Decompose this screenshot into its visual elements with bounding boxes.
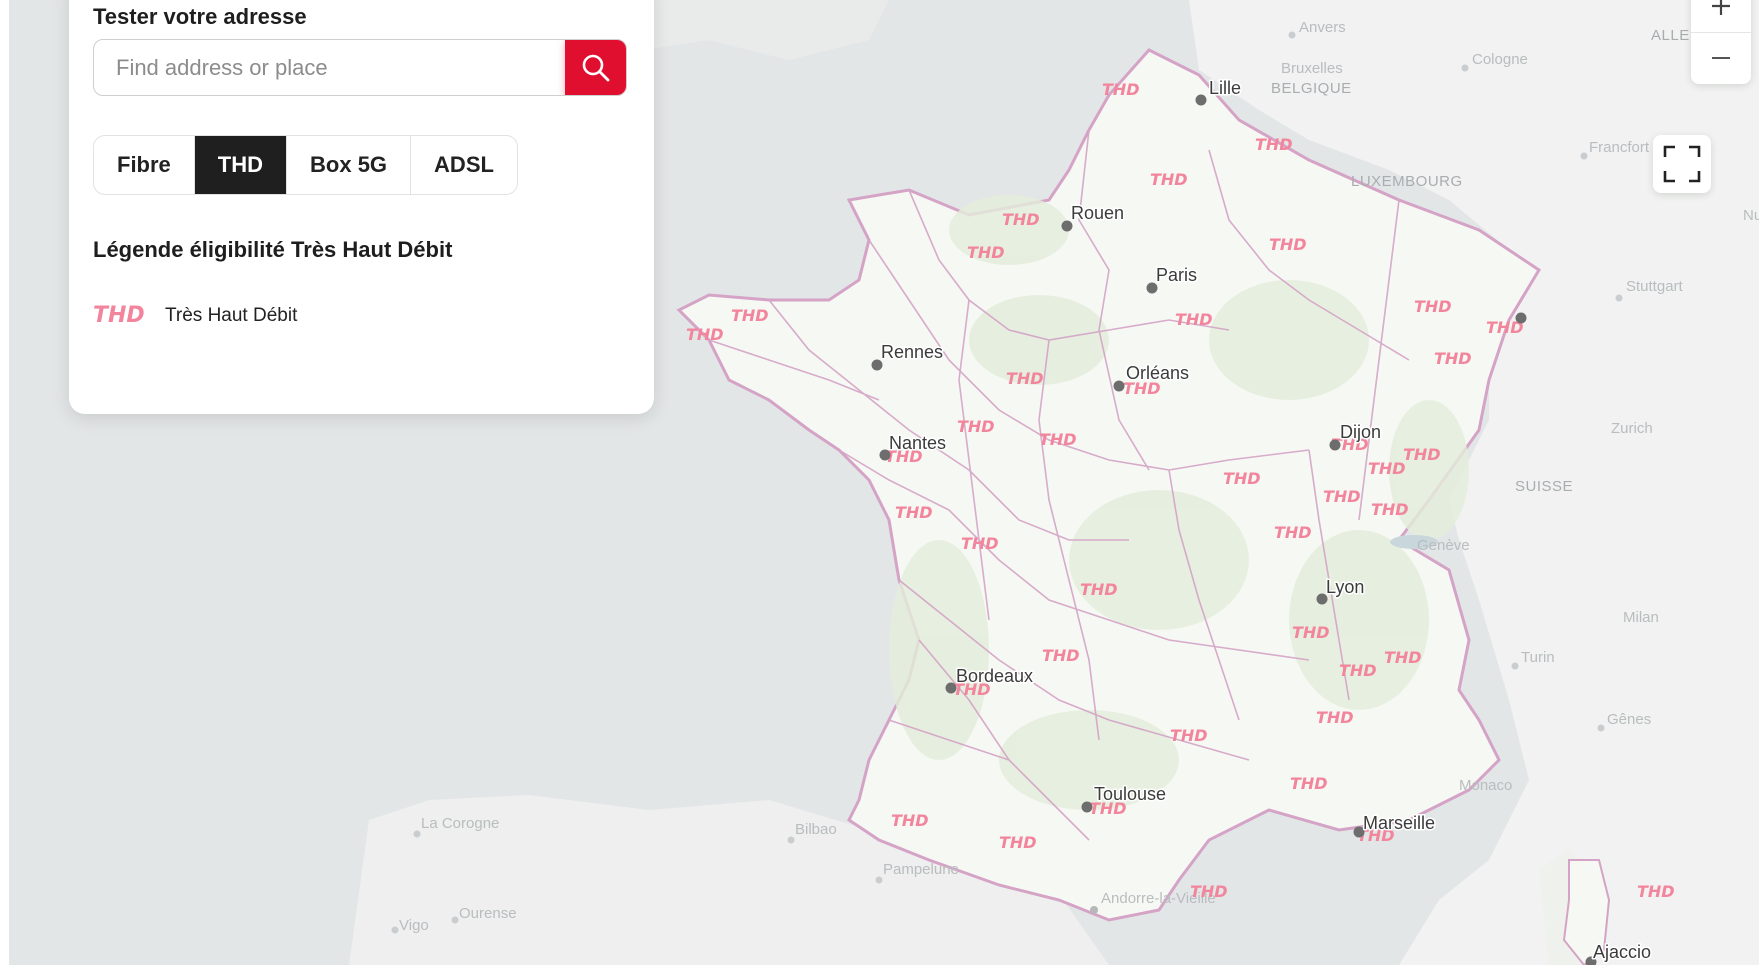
city-dot	[1515, 312, 1527, 324]
tab-thd[interactable]: THD	[194, 136, 288, 194]
city-label: Paris	[1156, 265, 1197, 285]
place-label: Stuttgart	[1626, 278, 1684, 295]
plus-icon	[1712, 0, 1730, 15]
thd-marker: THD	[1102, 80, 1140, 99]
place-label: Bilbao	[795, 821, 837, 838]
city-label: Lille	[1209, 78, 1241, 98]
fullscreen-button[interactable]	[1653, 135, 1711, 193]
thd-marker: THD	[686, 325, 724, 344]
place-label: Cologne	[1472, 51, 1528, 68]
place-label: Genève	[1417, 537, 1470, 554]
thd-marker: THD	[1006, 369, 1044, 388]
thd-marker: THD	[1339, 661, 1377, 680]
thd-marker: THD	[1290, 774, 1328, 793]
thd-marker: THD	[1080, 580, 1118, 599]
panel-title: Tester votre adresse	[93, 4, 307, 29]
thd-marker: THD	[1316, 708, 1354, 727]
city-label: Nantes	[889, 433, 946, 453]
thd-marker: THD	[1323, 487, 1361, 506]
thd-marker: THD	[1002, 210, 1040, 229]
legend-label: Très Haut Débit	[165, 304, 298, 326]
place-label: Bruxelles	[1281, 60, 1343, 77]
city-label: Ajaccio	[1593, 942, 1651, 962]
thd-marker: THD	[1403, 445, 1441, 464]
place-label: La Corogne	[421, 815, 499, 832]
thd-marker: THD	[961, 534, 999, 553]
city-label: Lyon	[1326, 577, 1364, 597]
city-label: Toulouse	[1094, 784, 1166, 804]
search-icon	[582, 54, 610, 81]
city-label: Orléans	[1126, 363, 1189, 383]
place-label: Anvers	[1299, 19, 1346, 36]
thd-marker: THD	[891, 811, 929, 830]
thd-legend-icon: THD	[93, 303, 145, 328]
place-label: Zurich	[1611, 420, 1653, 437]
thd-marker: THD	[895, 503, 933, 522]
place-label: Gênes	[1607, 711, 1651, 728]
city-dot	[1329, 439, 1341, 451]
place-label: Ourense	[459, 905, 517, 922]
place-label: Vigo	[399, 917, 429, 934]
zoom-control	[1691, 0, 1751, 84]
thd-marker: THD	[1368, 459, 1406, 478]
place-label: Pampelune	[883, 861, 959, 878]
city-dot	[1195, 94, 1207, 106]
thd-marker: THD	[1637, 882, 1675, 901]
zoom-in-button[interactable]	[1691, 0, 1751, 33]
place-label: Milan	[1623, 609, 1659, 626]
country-label: LUXEMBOURG	[1351, 173, 1463, 190]
city-dot	[1113, 380, 1125, 392]
place-label: Nu	[1743, 207, 1759, 224]
place-label: Turin	[1521, 649, 1555, 666]
thd-marker: THD	[1042, 646, 1080, 665]
thd-marker: THD	[1170, 726, 1208, 745]
zoom-out-button[interactable]	[1691, 32, 1751, 84]
thd-marker: THD	[1292, 623, 1330, 642]
thd-marker: THD	[999, 833, 1037, 852]
thd-marker: THD	[1255, 135, 1293, 154]
thd-marker: THD	[1269, 235, 1307, 254]
tab-fibre[interactable]: Fibre	[94, 136, 195, 194]
thd-marker: THD	[1150, 170, 1188, 189]
country-label: SUISSE	[1515, 478, 1573, 495]
city-label: Bordeaux	[956, 666, 1033, 686]
eligibility-panel: Tester votre adresse Fibre THD Box 5G AD…	[69, 0, 654, 414]
thd-marker: THD	[1223, 469, 1261, 488]
thd-marker: THD	[1371, 500, 1409, 519]
fullscreen-icon	[1663, 145, 1701, 183]
search-box	[93, 39, 627, 96]
thd-marker: THD	[967, 243, 1005, 262]
thd-marker: THD	[1384, 648, 1422, 667]
thd-marker: THD	[957, 417, 995, 436]
legend-title: Légende éligibilité Très Haut Débit	[93, 237, 453, 262]
thd-marker: THD	[1434, 349, 1472, 368]
place-label: Monaco	[1459, 777, 1512, 794]
city-label: Dijon	[1340, 422, 1381, 442]
legend-item: THD Très Haut Débit	[93, 303, 297, 328]
thd-marker: THD	[1414, 297, 1452, 316]
city-label: Rouen	[1071, 203, 1124, 223]
technology-tabs: Fibre THD Box 5G ADSL	[93, 135, 518, 195]
country-label: BELGIQUE	[1271, 80, 1352, 97]
city-label: Marseille	[1363, 813, 1435, 833]
city-dot	[1081, 801, 1093, 813]
city-dot	[945, 682, 957, 694]
city-label: Rennes	[881, 342, 943, 362]
search-button[interactable]	[565, 40, 626, 95]
place-label: Francfort	[1589, 139, 1650, 156]
tab-box-5g[interactable]: Box 5G	[287, 136, 412, 194]
minus-icon	[1712, 57, 1730, 59]
thd-marker: THD	[1039, 430, 1077, 449]
thd-marker: THD	[1175, 310, 1213, 329]
search-input[interactable]	[94, 40, 564, 95]
thd-marker: THD	[1274, 523, 1312, 542]
thd-marker: THD	[731, 306, 769, 325]
thd-marker: THD	[1190, 882, 1228, 901]
tab-adsl[interactable]: ADSL	[411, 136, 517, 194]
